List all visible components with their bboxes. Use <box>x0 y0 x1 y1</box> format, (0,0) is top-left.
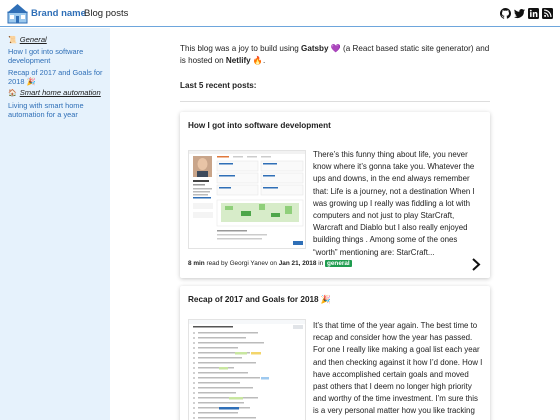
post-card[interactable]: Recap of 2017 and Goals for 2018 🎉 It’s … <box>180 286 490 420</box>
scroll-icon: 📜 <box>8 36 17 44</box>
twitter-icon[interactable] <box>514 8 525 19</box>
sidebar-post-link[interactable]: Recap of 2017 and Goals for 2018 🎉 <box>8 68 104 86</box>
post-date: Jan 21, 2018 <box>278 260 317 267</box>
sidebar-category-smart-home[interactable]: 🏠 Smart home automation <box>8 88 101 97</box>
post-excerpt: There’s this funny thing about life, you… <box>313 150 475 257</box>
chevron-right-icon[interactable] <box>471 258 481 271</box>
sidebar-post-link[interactable]: Living with smart home automation for a … <box>8 101 104 119</box>
post-thumbnail[interactable] <box>188 150 306 249</box>
intro-text: This blog was a joy to build using Gatsb… <box>180 43 490 66</box>
meta-text: in <box>316 260 325 267</box>
github-profile-screenshot <box>189 151 305 248</box>
rss-icon[interactable] <box>542 8 553 19</box>
sidebar-category-general[interactable]: 📜 General <box>8 35 47 44</box>
linkedin-icon[interactable] <box>528 8 539 19</box>
divider <box>180 101 490 102</box>
site-header: Brand name Blog posts <box>0 0 560 27</box>
goal-list-screenshot <box>189 320 305 420</box>
recent-posts-heading: Last 5 recent posts: <box>180 81 257 90</box>
github-icon[interactable] <box>500 8 511 19</box>
post-title[interactable]: How I got into software development <box>188 121 331 130</box>
house-icon: 🏠 <box>8 89 17 97</box>
post-title[interactable]: Recap of 2017 and Goals for 2018 🎉 <box>188 295 331 305</box>
brand-name[interactable]: Brand name <box>31 8 86 19</box>
house-logo-icon[interactable] <box>7 3 28 24</box>
sidebar: 📜 General How I got into software develo… <box>0 28 110 420</box>
post-excerpt: It’s that time of the year again. The be… <box>313 321 483 420</box>
netlify-link[interactable]: Netlify <box>226 56 251 65</box>
post-meta: 8 min read by Georgi Yanev on Jan 21, 20… <box>188 260 352 267</box>
tag-general[interactable]: general <box>324 260 352 267</box>
gatsby-link[interactable]: Gatsby <box>301 44 328 53</box>
post-thumbnail[interactable] <box>188 319 306 420</box>
meta-text: read by <box>204 260 230 267</box>
read-time: 8 min <box>188 260 205 267</box>
author: Georgi Yanev <box>229 260 269 267</box>
nav-blog-posts[interactable]: Blog posts <box>84 8 128 19</box>
intro-suffix: 🔥. <box>250 55 266 65</box>
sidebar-category-label: General <box>19 35 47 44</box>
sidebar-category-label: Smart home automation <box>19 88 101 97</box>
meta-text: on <box>268 260 279 267</box>
post-card[interactable]: How I got into software development Ther… <box>180 112 490 278</box>
intro-prefix: This blog was a joy to build using <box>180 44 302 53</box>
sidebar-post-link[interactable]: How I got into software development <box>8 47 104 65</box>
